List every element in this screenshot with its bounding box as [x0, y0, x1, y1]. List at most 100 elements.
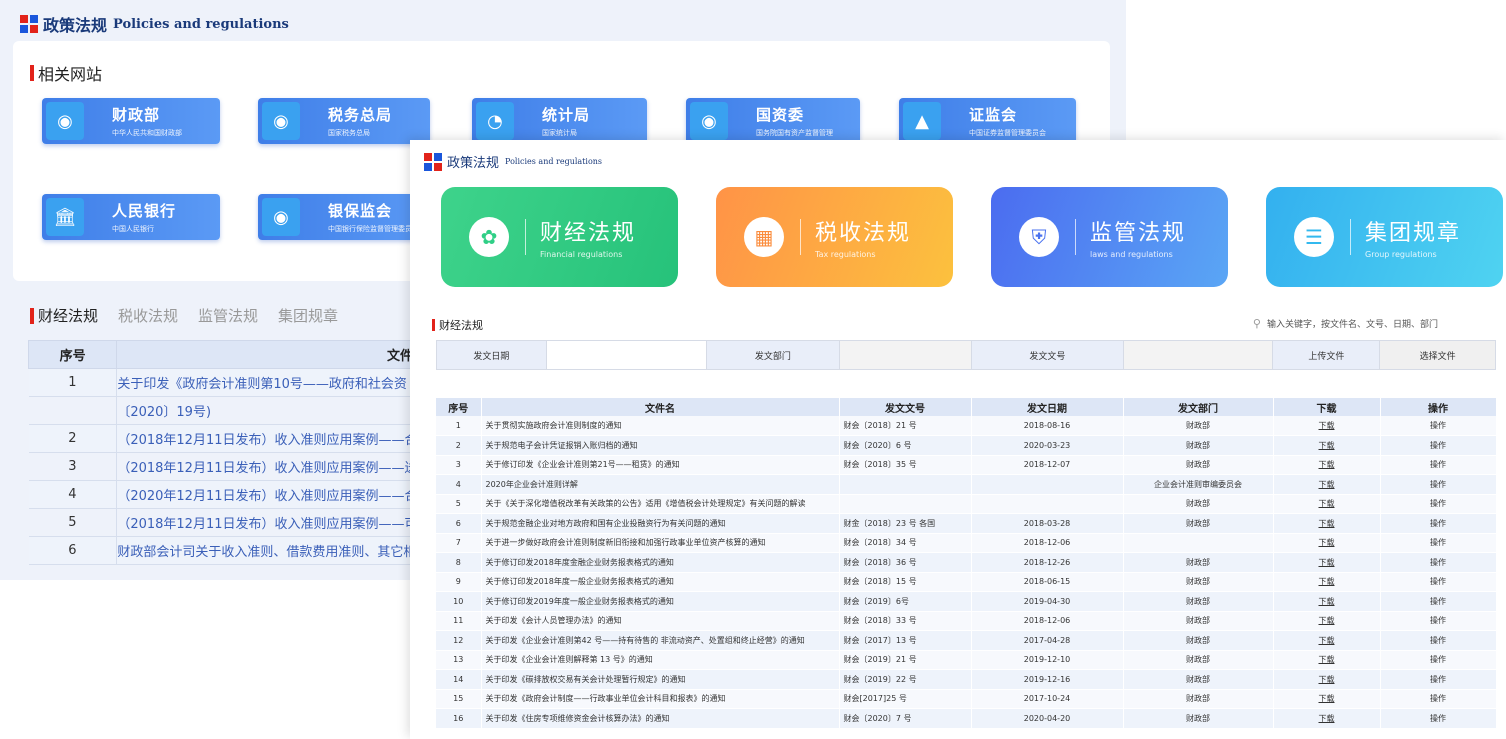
action-button[interactable]: 操作 — [1380, 494, 1497, 514]
action-button[interactable]: 操作 — [1380, 533, 1497, 553]
download-link[interactable]: 下载 — [1273, 416, 1381, 436]
row-filename: 关于印发《会计人员管理办法》的通知 — [481, 611, 840, 631]
download-link[interactable]: 下载 — [1273, 708, 1381, 729]
row-docno: 财会〔2017〕13 号 — [839, 630, 972, 651]
row-dept: 财政部 — [1123, 435, 1274, 456]
row-dept: 财政部 — [1123, 708, 1274, 729]
site-link-3[interactable]: ◔ 统计局 国家统计局 — [472, 98, 647, 144]
card-subtitle: Tax regulations — [815, 250, 876, 259]
row-filename: 关于《关于深化增值税改革有关政策的公告》适用《增值税会计处理规定》有关问题的解读 — [481, 494, 840, 514]
action-button[interactable]: 操作 — [1380, 435, 1497, 456]
site-link-5[interactable]: ▲ 证监会 中国证券监督管理委员会 — [899, 98, 1076, 144]
action-button[interactable]: 操作 — [1380, 689, 1497, 709]
site-link-4[interactable]: ◉ 国资委 国务院国有资产监督管理 — [686, 98, 860, 144]
action-button[interactable]: 操作 — [1380, 416, 1497, 436]
row-date: 2018-03-28 — [971, 513, 1124, 534]
column-header-docno: 发文文号 — [839, 398, 972, 416]
row-date: 2018-12-06 — [971, 533, 1124, 553]
site-link-2[interactable]: ◉ 税务总局 国家税务总局 — [258, 98, 430, 144]
table-row[interactable]: 1 关于印发《政府会计准则第10号——政府和社会资 — [28, 368, 418, 397]
row-filename: 关于规范金融企业对地方政府和国有企业投融资行为有关问题的通知 — [481, 513, 840, 534]
site-link-1[interactable]: ◉ 财政部 中华人民共和国财政部 — [42, 98, 220, 144]
row-date: 2017-04-28 — [971, 630, 1124, 651]
tab-tax[interactable]: 税收法规 — [118, 305, 178, 326]
download-link[interactable]: 下载 — [1273, 474, 1381, 495]
site-subtitle: 中华人民共和国财政部 — [112, 129, 182, 137]
row-date: 2018-12-07 — [971, 455, 1124, 475]
row-number: 12 — [436, 630, 482, 651]
download-link[interactable]: 下载 — [1273, 669, 1381, 690]
section-subtitle: 财经法规 — [432, 317, 483, 333]
download-link[interactable]: 下载 — [1273, 689, 1381, 709]
row-title-link[interactable]: （2018年12月11日发布）收入准则应用案例——可 — [116, 508, 418, 537]
row-dept: 财政部 — [1123, 416, 1274, 436]
row-number: 3 — [436, 455, 482, 475]
row-title-link[interactable]: （2018年12月11日发布）收入准则应用案例——合 — [116, 424, 418, 453]
category-card-4[interactable]: ☰ 集团规章 Group regulations — [1266, 187, 1503, 287]
action-button[interactable]: 操作 — [1380, 572, 1497, 592]
row-number: 2 — [28, 424, 118, 453]
logo-icon — [424, 152, 442, 171]
download-link[interactable]: 下载 — [1273, 455, 1381, 475]
action-button[interactable]: 操作 — [1380, 708, 1497, 729]
site-link-7[interactable]: ◉ 银保监会 中国银行保险监督管理委员会 — [258, 194, 430, 240]
download-link[interactable]: 下载 — [1273, 494, 1381, 514]
site-subtitle: 中国人民银行 — [112, 225, 154, 233]
choose-file-button[interactable]: 选择文件 — [1380, 341, 1496, 369]
search-icon: ⚲ — [1252, 317, 1261, 330]
download-link[interactable]: 下载 — [1273, 650, 1381, 670]
site-link-6[interactable]: 🏛 人民银行 中国人民银行 — [42, 194, 220, 240]
table-row: 7 关于进一步做好政府会计准则制度新旧衔接和加强行政事业单位资产核算的通知 财会〔2… — [436, 533, 1497, 553]
tab-financial[interactable]: 财经法规 — [38, 305, 98, 326]
table-row[interactable]: 2 （2018年12月11日发布）收入准则应用案例——合 — [28, 424, 418, 453]
row-title-link[interactable]: 财政部会计司关于收入准则、借款费用准则、其它相 — [116, 536, 418, 565]
download-link[interactable]: 下载 — [1273, 552, 1381, 573]
action-button[interactable]: 操作 — [1380, 474, 1497, 495]
tab-supervision[interactable]: 监管法规 — [198, 305, 258, 326]
site-subtitle: 国家税务总局 — [328, 129, 370, 137]
download-link[interactable]: 下载 — [1273, 533, 1381, 553]
category-card-3[interactable]: ⛨ 监管法规 laws and regulations — [991, 187, 1228, 287]
row-number: 4 — [28, 480, 118, 509]
download-link[interactable]: 下载 — [1273, 572, 1381, 592]
download-link[interactable]: 下载 — [1273, 611, 1381, 631]
action-button[interactable]: 操作 — [1380, 513, 1497, 534]
action-button[interactable]: 操作 — [1380, 650, 1497, 670]
search-input[interactable]: ⚲ 输入关键字，按文件名、文号、日期、部门 — [1253, 317, 1438, 330]
action-button[interactable]: 操作 — [1380, 630, 1497, 651]
upload-file-button[interactable]: 上传文件 — [1273, 341, 1381, 369]
category-card-2[interactable]: ▦ 税收法规 Tax regulations — [716, 187, 953, 287]
row-title-link[interactable]: （2020年12月11日发布）收入准则应用案例——合 — [116, 480, 418, 509]
table-row[interactable]: 4 （2020年12月11日发布）收入准则应用案例——合 — [28, 480, 418, 509]
related-sites-title: 相关网站 — [30, 61, 102, 85]
row-title-link[interactable]: （2018年12月11日发布）收入准则应用案例——送 — [116, 452, 418, 481]
column-header-file: 文件 — [116, 340, 418, 369]
row-filename: 关于贯彻实施政府会计准则制度的通知 — [481, 416, 840, 436]
download-link[interactable]: 下载 — [1273, 435, 1381, 456]
action-button[interactable]: 操作 — [1380, 455, 1497, 475]
table-row[interactable]: 3 （2018年12月11日发布）收入准则应用案例——送 — [28, 452, 418, 481]
table-row: 12 关于印发《企业会计准则第42 号——持有待售的 非流动资产、处置组和终止经营… — [436, 630, 1497, 651]
row-date — [971, 494, 1124, 514]
download-link[interactable]: 下载 — [1273, 591, 1381, 612]
chart-icon: ◔ — [476, 102, 514, 140]
row-title-link[interactable]: 关于印发《政府会计准则第10号——政府和社会资 — [116, 368, 418, 397]
action-button[interactable]: 操作 — [1380, 669, 1497, 690]
table-row[interactable]: 5 （2018年12月11日发布）收入准则应用案例——可 — [28, 508, 418, 537]
download-link[interactable]: 下载 — [1273, 513, 1381, 534]
row-dept: 财政部 — [1123, 689, 1274, 709]
action-button[interactable]: 操作 — [1380, 591, 1497, 612]
row-title-link[interactable]: 〔2020〕19号) — [116, 396, 418, 425]
action-button[interactable]: 操作 — [1380, 611, 1497, 631]
dept-filter-input[interactable] — [840, 341, 972, 369]
table-row[interactable]: 〔2020〕19号) — [28, 396, 418, 425]
row-docno: 财会〔2018〕33 号 — [839, 611, 972, 631]
tab-group[interactable]: 集团规章 — [278, 305, 338, 326]
date-filter-input[interactable] — [546, 341, 707, 369]
row-filename: 关于修订印发2018年度金融企业财务报表格式的通知 — [481, 552, 840, 573]
action-button[interactable]: 操作 — [1380, 552, 1497, 573]
category-card-1[interactable]: ✿ 财经法规 Financial regulations — [441, 187, 678, 287]
table-row[interactable]: 6 财政部会计司关于收入准则、借款费用准则、其它相 — [28, 536, 418, 565]
download-link[interactable]: 下载 — [1273, 630, 1381, 651]
docno-filter-input[interactable] — [1123, 341, 1274, 369]
